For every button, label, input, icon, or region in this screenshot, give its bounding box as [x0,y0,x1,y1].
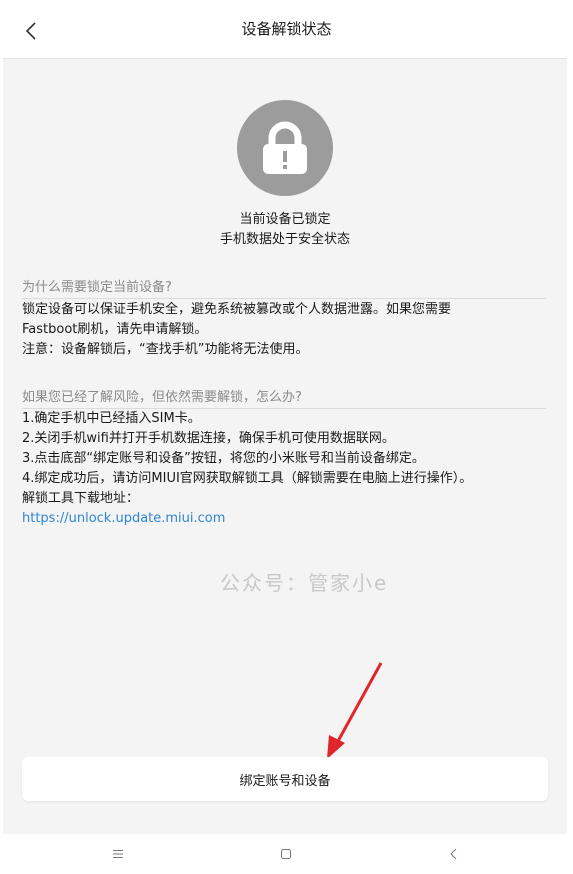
bind-account-device-button[interactable]: 绑定账号和设备 [22,757,548,801]
step-line: 4.绑定成功后，请访问MIUI官网获取解锁工具（解锁需要在电脑上进行操作）。 [22,471,473,486]
section-how-body: 1.确定手机中已经插入SIM卡。 2.关闭手机wifi并打开手机数据连接，确保手… [22,409,552,529]
system-navigation-bar [0,834,573,874]
content-area: 当前设备已锁定 手机数据处于安全状态 为什么需要锁定当前设备? 锁定设备可以保证… [3,58,567,835]
step-line: 3.点击底部“绑定账号和设备”按钮，将您的小米账号和当前设备绑定。 [22,451,425,466]
back-icon [450,848,457,860]
section-how-title: 如果您已经了解风险，但依然需要解锁，怎么办? [22,386,546,409]
lock-icon [263,121,307,174]
menu-icon [113,850,123,858]
section-why-line: 锁定设备可以保证手机安全，避免系统被篡改或个人数据泄露。如果您需要 [22,302,452,317]
status-line-locked: 当前设备已锁定 [239,212,331,227]
status-line-safe: 手机数据处于安全状态 [219,232,350,247]
page-title: 设备解锁状态 [241,20,332,38]
step-line: 1.确定手机中已经插入SIM卡。 [22,411,201,426]
section-why-body: 锁定设备可以保证手机安全，避免系统被篡改或个人数据泄露。如果您需要 Fastbo… [22,300,552,360]
section-why-line: Fastboot刷机，请先申请解锁。 [22,322,208,337]
header-bar: 设备解锁状态 [0,0,573,58]
nav-home-button[interactable] [274,842,298,866]
section-why-title: 为什么需要锁定当前设备? [22,276,546,299]
nav-back-button[interactable] [442,842,466,866]
section-why-line: 注意：设备解锁后，“查找手机”功能将无法使用。 [22,342,309,357]
step-line: 2.关闭手机wifi并打开手机数据连接，确保手机可使用数据联网。 [22,431,395,446]
home-icon [281,849,291,859]
step-line: 解锁工具下载地址： [22,491,140,506]
lock-status-text: 当前设备已锁定 手机数据处于安全状态 [3,210,567,250]
lock-status-badge [237,100,333,196]
watermark-text: 公众号：管家小e [220,571,389,595]
nav-menu-button[interactable] [106,842,130,866]
unlock-tool-link[interactable]: https://unlock.update.miui.com [22,509,552,529]
red-arrow-annotation [327,662,383,759]
